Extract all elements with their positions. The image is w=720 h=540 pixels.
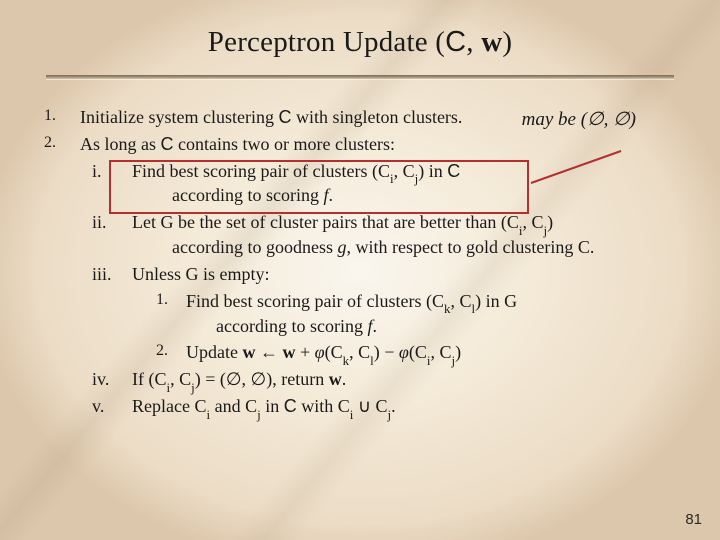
w: w [242,342,255,362]
phi: φ [399,342,409,362]
cont: according to goodness g, with respect to… [132,235,676,260]
sub: j [451,353,455,368]
title-w: w [481,26,502,58]
n2: 1. [156,289,180,311]
t: according to scoring [216,316,367,336]
step-2-ii: ii. Let G be the set of cluster pairs th… [92,210,676,260]
t: + [295,342,314,362]
sys-C: C [161,134,174,154]
rn: iii. [92,262,126,287]
sub: k [343,353,349,368]
t: , with respect to gold clustering C. [346,237,594,257]
inner-steps: 1. Find best scoring pair of clusters (C… [132,289,676,365]
t: If (C [132,369,167,389]
sub: i [206,407,210,422]
sub: j [543,223,547,238]
t: Let G be the set of cluster pairs that a… [132,212,519,232]
t: ) [455,342,461,362]
t: Replace C [132,396,206,416]
step-2: 2. As long as C contains two or more clu… [44,132,676,419]
t: As long as [80,134,161,154]
t: ← [255,342,282,362]
substeps: i. Find best scoring pair of clusters (C… [80,159,676,419]
slide: Perceptron Update (C, w) may be (∅, ∅) 1… [0,0,720,540]
t: , C [349,342,370,362]
t: . [391,396,396,416]
sub: j [191,380,195,395]
t: according to goodness [172,237,337,257]
t: ∪ C [353,396,387,416]
t: Unless G is empty: [132,264,270,284]
sub: j [257,407,261,422]
slide-title: Perceptron Update (C, w) [44,26,676,59]
t: , C [522,212,543,232]
phi: φ [315,342,325,362]
t: with C [297,396,350,416]
t: ) in [418,161,447,181]
sub: i [167,380,171,395]
t: ) = (∅, ∅), return [195,369,329,389]
rn: ii. [92,210,126,235]
cont: according to scoring f. [132,183,676,208]
sub: l [370,353,374,368]
rn: iv. [92,367,126,392]
step-2-num: 2. [44,132,70,154]
rn: i. [92,159,126,184]
t: ) in G [475,291,517,311]
n2: 2. [156,340,180,362]
t: according to scoring [172,185,323,205]
algorithm-list: 1. Initialize system clustering C with s… [44,105,676,419]
sub: i [390,171,394,186]
sys-C: C [278,107,291,127]
t: , C [430,342,451,362]
callout-text: may be (∅, ∅) [522,109,636,130]
sub: j [415,171,419,186]
title-close: ) [502,26,512,58]
t: contains two or more clusters: [174,134,395,154]
sub: k [444,301,450,316]
callout-note: may be (∅, ∅) [522,107,636,133]
t: (C [325,342,343,362]
t: with singleton clusters. [291,107,462,127]
t: in [261,396,284,416]
w: w [329,369,342,389]
title-rule [46,75,674,79]
cont: according to scoring f. [186,314,676,339]
title-sep: , [466,26,481,58]
sub: j [388,407,392,422]
step-1-num: 1. [44,105,70,127]
t: , C [170,369,191,389]
t: and C [210,396,257,416]
sys-C: C [447,161,460,181]
page-number: 81 [685,511,702,528]
w: w [282,342,295,362]
t: (C [409,342,427,362]
slide-body: may be (∅, ∅) 1. Initialize system clust… [44,105,676,419]
sub: i [519,223,523,238]
t: Find best scoring pair of clusters (C [132,161,390,181]
title-C: C [445,26,466,58]
sub: i [350,407,354,422]
t: , C [450,291,471,311]
step-2-iii-1: 1. Find best scoring pair of clusters (C… [156,289,676,339]
t: . [372,316,377,336]
sys-C: C [284,396,297,416]
title-text: Perceptron Update ( [208,26,445,58]
step-2-iii-2: 2. Update w ← w + φ(Ck, Cl) − φ(Ci, Cj) [156,340,676,365]
t: ) − [374,342,399,362]
step-2-iii: iii. Unless G is empty: 1. Find best sco… [92,262,676,365]
t: . [328,185,333,205]
t: Update [186,342,242,362]
t: Initialize system clustering [80,107,278,127]
t: ) [547,212,553,232]
step-2-iv: iv. If (Ci, Cj) = (∅, ∅), return w. [92,367,676,392]
t: Find best scoring pair of clusters (C [186,291,444,311]
step-2-v: v. Replace Ci and Cj in C with Ci ∪ Cj. [92,394,676,419]
rn: v. [92,394,126,419]
sub: i [427,353,431,368]
step-2-i: i. Find best scoring pair of clusters (C… [92,159,676,209]
t: . [342,369,347,389]
t: , C [394,161,415,181]
sub: l [471,301,475,316]
